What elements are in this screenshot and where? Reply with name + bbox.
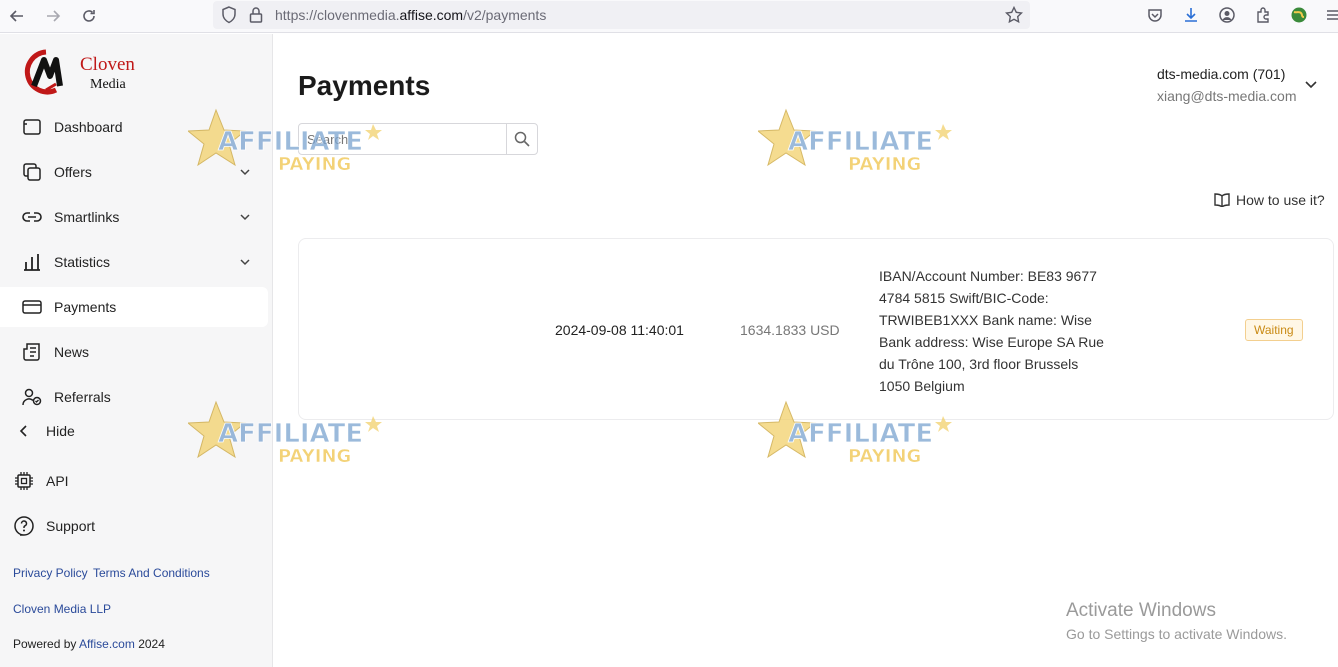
status-badge: Waiting	[1245, 319, 1303, 341]
sidebar-item-payments[interactable]: Payments	[0, 287, 268, 327]
sidebar-item-support[interactable]: Support	[0, 509, 268, 543]
api-label: API	[46, 473, 69, 489]
sidebar-item-label: Smartlinks	[54, 209, 120, 225]
back-arrow-icon[interactable]	[6, 5, 28, 27]
privacy-policy-link[interactable]: Privacy Policy	[13, 566, 88, 580]
search-box	[298, 123, 538, 155]
hide-sidebar-button[interactable]: Hide	[0, 414, 268, 448]
account-email: xiang@dts-media.com	[1157, 88, 1297, 104]
pocket-icon[interactable]	[1145, 5, 1165, 25]
forward-arrow-icon[interactable]	[42, 5, 64, 27]
referrals-icon	[22, 387, 42, 407]
search-icon	[514, 131, 530, 147]
support-label: Support	[46, 518, 96, 534]
offers-icon	[22, 162, 42, 182]
chevron-down-icon[interactable]	[238, 210, 252, 224]
svg-text:PAYING: PAYING	[278, 446, 351, 467]
sidebar-item-referrals[interactable]: Referrals	[0, 377, 268, 417]
address-bar[interactable]: https://clovenmedia.affise.com/v2/paymen…	[213, 1, 1030, 29]
vpn-globe-icon[interactable]	[1289, 5, 1309, 25]
card-icon	[22, 297, 42, 317]
payment-row: 2024-09-08 11:40:01 1634.1833 USD IBAN/A…	[298, 238, 1334, 420]
browser-toolbar: https://clovenmedia.affise.com/v2/paymen…	[0, 0, 1338, 33]
account-info[interactable]: dts-media.com (701) xiang@dts-media.com	[1157, 66, 1297, 104]
svg-text:PAYING: PAYING	[848, 154, 921, 175]
url-text: https://clovenmedia.affise.com/v2/paymen…	[275, 7, 547, 23]
svg-text:Media: Media	[90, 77, 127, 92]
bookmark-star-icon[interactable]	[1004, 5, 1024, 29]
chip-icon	[13, 470, 35, 492]
activate-title: Activate Windows	[1066, 600, 1216, 621]
news-icon	[22, 342, 42, 362]
page-title: Payments	[298, 70, 431, 101]
sidebar-item-api[interactable]: API	[0, 464, 268, 498]
sidebar-item-dashboard[interactable]: Dashboard	[0, 107, 268, 147]
sidebar-item-label: Payments	[54, 299, 117, 315]
svg-text:PAYING: PAYING	[278, 154, 351, 175]
cloven-media-logo[interactable]: Cloven Media	[22, 46, 142, 98]
sidebar-item-news[interactable]: News	[0, 332, 268, 372]
hide-label: Hide	[46, 423, 75, 439]
sidebar-item-label: Dashboard	[54, 119, 123, 135]
chevron-down-icon[interactable]	[238, 165, 252, 179]
chevron-left-icon	[13, 420, 35, 442]
sidebar: Cloven Media Dashboard Offers Smartlinks…	[0, 34, 273, 667]
svg-text:AFFILIATE: AFFILIATE	[788, 127, 933, 157]
company-link[interactable]: Cloven Media LLP	[13, 602, 111, 616]
sidebar-item-label: Referrals	[54, 389, 111, 405]
terms-link[interactable]: Terms And Conditions	[93, 566, 210, 580]
bar-chart-icon	[22, 252, 42, 272]
menu-icon[interactable]	[1323, 5, 1338, 25]
help-circle-icon	[13, 515, 35, 537]
sidebar-item-label: News	[54, 344, 90, 360]
sidebar-item-statistics[interactable]: Statistics	[0, 242, 268, 282]
download-icon[interactable]	[1181, 5, 1201, 25]
shield-icon[interactable]	[221, 6, 237, 29]
affise-link[interactable]: Affise.com	[79, 637, 135, 651]
payment-details: IBAN/Account Number: BE83 9677 4784 5815…	[879, 268, 1104, 394]
payment-date: 2024-09-08 11:40:01	[555, 322, 684, 338]
how-to-label: How to use it?	[1236, 192, 1325, 208]
svg-text:Cloven: Cloven	[80, 54, 135, 75]
reload-icon[interactable]	[78, 5, 100, 27]
dashboard-icon	[22, 117, 42, 137]
account-name: dts-media.com (701)	[1157, 66, 1286, 82]
search-input[interactable]	[307, 130, 497, 148]
activate-subtitle: Go to Settings to activate Windows.	[1066, 626, 1287, 642]
affiliate-paying-watermark: AFFILIATE PAYING	[758, 108, 952, 175]
search-button[interactable]	[506, 124, 537, 154]
sidebar-item-label: Offers	[54, 164, 92, 180]
svg-text:AFFILIATE: AFFILIATE	[788, 419, 933, 449]
powered-by: Powered by Affise.com 2024	[13, 637, 165, 651]
svg-text:PAYING: PAYING	[848, 446, 921, 467]
payment-amount: 1634.1833 USD	[740, 322, 840, 338]
how-to-use-link[interactable]: How to use it?	[1214, 192, 1325, 208]
extensions-icon[interactable]	[1253, 5, 1273, 25]
chevron-down-icon[interactable]	[238, 255, 252, 269]
book-icon	[1214, 193, 1230, 207]
windows-activation-notice: Activate Windows Go to Settings to activ…	[1066, 600, 1287, 642]
sidebar-item-offers[interactable]: Offers	[0, 152, 268, 192]
sidebar-item-label: Statistics	[54, 254, 111, 270]
powered-prefix: Powered by	[13, 637, 77, 651]
powered-year: 2024	[138, 637, 165, 651]
chevron-down-icon[interactable]	[1303, 76, 1319, 92]
link-icon	[22, 207, 42, 227]
lock-icon[interactable]	[249, 6, 263, 29]
account-icon[interactable]	[1217, 5, 1237, 25]
sidebar-item-smartlinks[interactable]: Smartlinks	[0, 197, 268, 237]
